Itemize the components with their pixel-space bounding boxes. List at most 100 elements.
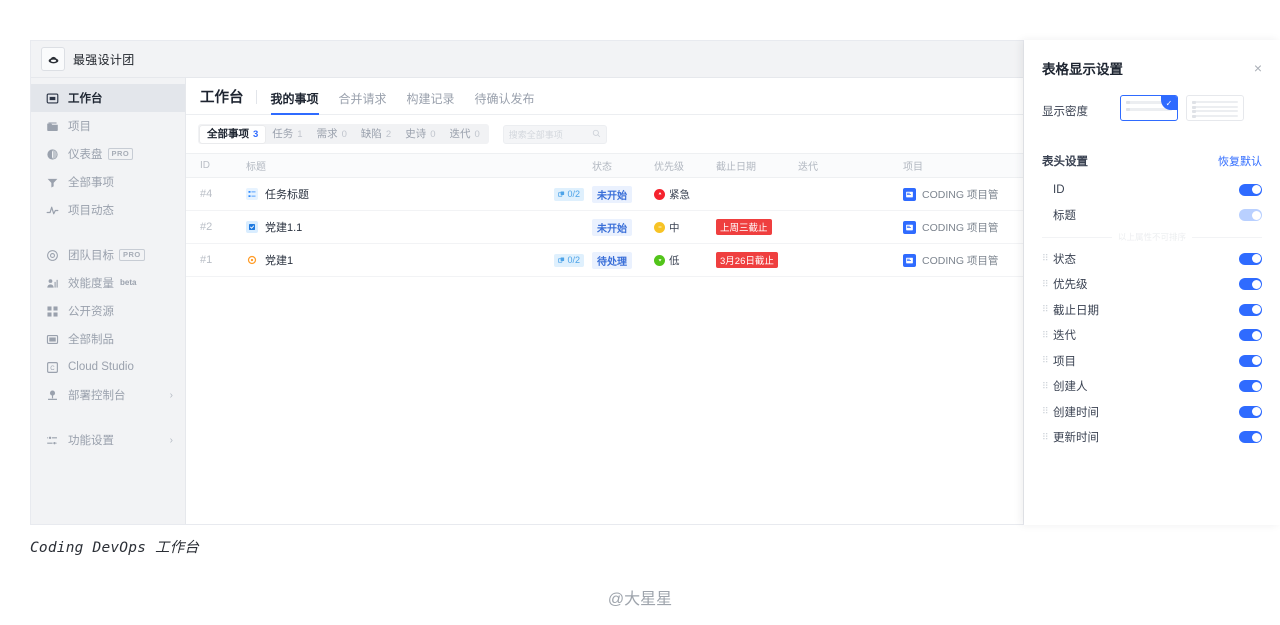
column-header-priority[interactable]: 优先级 bbox=[654, 158, 716, 173]
divider-line-right bbox=[1192, 236, 1263, 238]
priority-label: 低 bbox=[669, 254, 680, 267]
target-icon bbox=[45, 248, 59, 262]
filter-count: 1 bbox=[297, 128, 303, 140]
drag-handle-icon[interactable]: ⠿ bbox=[1042, 330, 1050, 340]
toggle-switch[interactable] bbox=[1239, 354, 1262, 367]
tab-build-records[interactable]: 构建记录 bbox=[407, 90, 455, 114]
drag-handle-icon[interactable]: ⠿ bbox=[1042, 381, 1050, 391]
sidebar-item-label: 工作台 bbox=[68, 93, 103, 105]
column-toggle-label: 状态 bbox=[1053, 253, 1076, 266]
sidebar-item-label: 仪表盘 bbox=[68, 149, 103, 161]
column-toggle-label: 更新时间 bbox=[1053, 432, 1099, 445]
filter-epics[interactable]: 史诗 0 bbox=[398, 126, 442, 143]
cell-title-text[interactable]: 党建1.1 bbox=[265, 219, 302, 235]
toggle-switch[interactable] bbox=[1239, 303, 1262, 316]
due-date-badge: 上周三截止 bbox=[716, 219, 772, 235]
sidebar-item-projects[interactable]: 项目 bbox=[31, 112, 185, 140]
cell-title-text[interactable]: 任务标题 bbox=[265, 186, 309, 202]
filter-label: 史诗 bbox=[405, 127, 427, 140]
filter-iterations[interactable]: 迭代 0 bbox=[442, 126, 486, 143]
folder-icon bbox=[45, 119, 59, 133]
column-header-status[interactable]: 状态 bbox=[592, 158, 654, 173]
restore-default-link[interactable]: 恢复默认 bbox=[1218, 153, 1262, 169]
drag-handle-icon[interactable]: ⠿ bbox=[1042, 305, 1050, 314]
page-title: 工作台 bbox=[200, 90, 244, 106]
priority-dot-low bbox=[654, 254, 665, 266]
sidebar-item-label: 团队目标 bbox=[68, 250, 114, 262]
filter-tasks[interactable]: 任务 1 bbox=[265, 126, 309, 143]
filter-defects[interactable]: 缺陷 2 bbox=[354, 126, 398, 143]
sidebar-item-label: 部署控制台 bbox=[68, 390, 126, 402]
sidebar-item-activity[interactable]: 项目动态 bbox=[31, 196, 185, 224]
toggle-switch[interactable] bbox=[1239, 405, 1262, 418]
column-toggle-id: ID bbox=[1042, 177, 1262, 203]
sidebar-item-metrics[interactable]: 效能度量 beta bbox=[31, 269, 185, 297]
sidebar-item-all-issues[interactable]: 全部事项 bbox=[31, 168, 185, 196]
tab-divider bbox=[255, 90, 257, 104]
search-input[interactable]: 搜索全部事项 bbox=[502, 124, 607, 144]
screenshot-root: 最强设计团 工作台 项目 仪表盘 PRO 全部事项 项目动态 团队目标 PRO … bbox=[0, 0, 1280, 625]
drag-handle-icon[interactable]: ⠿ bbox=[1042, 407, 1050, 416]
toggle-switch[interactable] bbox=[1239, 252, 1262, 265]
project-icon bbox=[903, 253, 916, 267]
close-icon[interactable]: × bbox=[1254, 61, 1262, 75]
sidebar-item-public-resources[interactable]: 公开资源 bbox=[31, 297, 185, 325]
main-content: 工作台 我的事项 合并请求 构建记录 待确认发布 全部事项 3 任务 1 需求 … bbox=[186, 78, 1023, 524]
column-header-id[interactable]: ID bbox=[186, 160, 246, 171]
filter-icon bbox=[45, 175, 59, 189]
column-toggle-list: ID 标题 以上属性不可排序 ⠿ 状态 ⠿ 优先级 ⠿ 截止日期 ⠿ 迭代 ⠿ … bbox=[1042, 177, 1263, 450]
column-toggle-label: 标题 bbox=[1053, 210, 1076, 223]
toggle-switch[interactable] bbox=[1239, 209, 1262, 222]
metrics-icon bbox=[45, 276, 59, 290]
filter-requirements[interactable]: 需求 0 bbox=[310, 126, 354, 143]
sidebar-item-label: 功能设置 bbox=[68, 435, 114, 447]
window-body: 工作台 项目 仪表盘 PRO 全部事项 项目动态 团队目标 PRO 效能度量 b… bbox=[31, 78, 1023, 524]
table-row[interactable]: #1 党建1 0/2 待处理 低 3月26日截止 CODING 项目管 bbox=[186, 244, 1023, 277]
column-header-project[interactable]: 项目 bbox=[903, 158, 1023, 173]
sidebar-item-cloud-studio[interactable]: C Cloud Studio bbox=[31, 353, 185, 381]
density-preview-line bbox=[1192, 101, 1238, 104]
drag-handle-icon[interactable]: ⠿ bbox=[1042, 432, 1050, 442]
toggle-switch[interactable] bbox=[1239, 183, 1262, 196]
tab-pending-releases[interactable]: 待确认发布 bbox=[475, 90, 535, 114]
figure-caption: Coding DevOps 工作台 bbox=[30, 540, 200, 556]
toggle-switch[interactable] bbox=[1239, 431, 1262, 444]
column-header-due-date[interactable]: 截止日期 bbox=[716, 158, 798, 173]
header-settings-title: 表头设置 bbox=[1042, 156, 1088, 168]
column-toggle-label: 迭代 bbox=[1053, 330, 1076, 343]
drag-handle-icon[interactable]: ⠿ bbox=[1042, 254, 1050, 263]
sidebar-item-workbench[interactable]: 工作台 bbox=[31, 84, 185, 112]
sidebar-item-artifacts[interactable]: 全部制品 bbox=[31, 325, 185, 353]
filter-all-issues[interactable]: 全部事项 3 bbox=[200, 125, 266, 143]
cell-title-text[interactable]: 党建1 bbox=[265, 252, 293, 268]
column-header-iteration[interactable]: 迭代 bbox=[798, 158, 903, 173]
sidebar-item-deploy-console[interactable]: 部署控制台 › bbox=[31, 381, 185, 409]
filter-count: 3 bbox=[253, 128, 259, 140]
table-row[interactable]: #4 任务标题 0/2 未开始 紧急 CODING 项目管 bbox=[186, 178, 1023, 211]
sidebar-item-feature-settings[interactable]: 功能设置 › bbox=[31, 426, 185, 454]
deploy-icon bbox=[45, 388, 59, 402]
cell-title: 任务标题 0/2 bbox=[246, 186, 592, 202]
toggle-switch[interactable] bbox=[1239, 329, 1262, 342]
toggle-switch[interactable] bbox=[1239, 278, 1262, 291]
table-row[interactable]: #2 党建1.1 未开始 中 上周三截止 CODING 项目管 bbox=[186, 211, 1023, 244]
sidebar-item-label: 项目动态 bbox=[68, 205, 114, 217]
toggle-switch[interactable] bbox=[1239, 380, 1262, 393]
status-badge: 待处理 bbox=[592, 251, 632, 269]
filter-label: 迭代 bbox=[449, 127, 471, 140]
due-date-badge: 3月26日截止 bbox=[716, 252, 778, 268]
density-option-compact[interactable] bbox=[1186, 95, 1244, 121]
subtask-count: 0/2 bbox=[567, 189, 580, 199]
density-option-comfortable[interactable]: ✓ bbox=[1120, 95, 1178, 121]
drag-handle-icon[interactable]: ⠿ bbox=[1042, 279, 1050, 289]
sidebar-item-team-goals[interactable]: 团队目标 PRO bbox=[31, 241, 185, 269]
drag-handle-icon[interactable]: ⠿ bbox=[1042, 356, 1050, 365]
sidebar-item-dashboard[interactable]: 仪表盘 PRO bbox=[31, 140, 185, 168]
org-logo-icon[interactable] bbox=[41, 47, 65, 71]
project-icon bbox=[903, 187, 916, 201]
column-header-title[interactable]: 标题 bbox=[246, 158, 592, 173]
tab-my-issues[interactable]: 我的事项 bbox=[270, 90, 319, 115]
priority-label: 中 bbox=[669, 221, 680, 234]
tab-merge-requests[interactable]: 合并请求 bbox=[339, 90, 387, 114]
filter-count: 0 bbox=[341, 128, 347, 140]
